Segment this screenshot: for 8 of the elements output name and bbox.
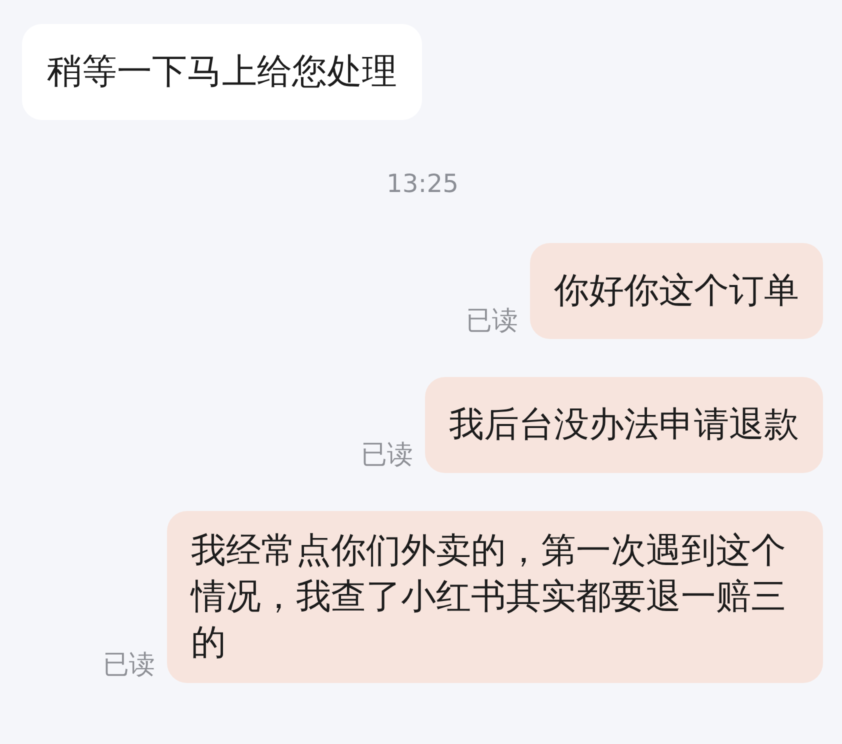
message-bubble: 我后台没办法申请退款 [425,377,823,473]
read-receipt: 已读 [466,306,518,336]
message-bubble: 我经常点你们外卖的，第一次遇到这个情况，我查了小红书其实都要退一赔三的 [167,511,823,683]
message-bubble: 稍等一下马上给您处理 [22,24,422,120]
read-receipt: 已读 [361,440,413,470]
timestamp: 13:25 [386,169,459,199]
message-bubble: 你好你这个订单 [530,243,823,339]
read-receipt: 已读 [103,650,155,680]
